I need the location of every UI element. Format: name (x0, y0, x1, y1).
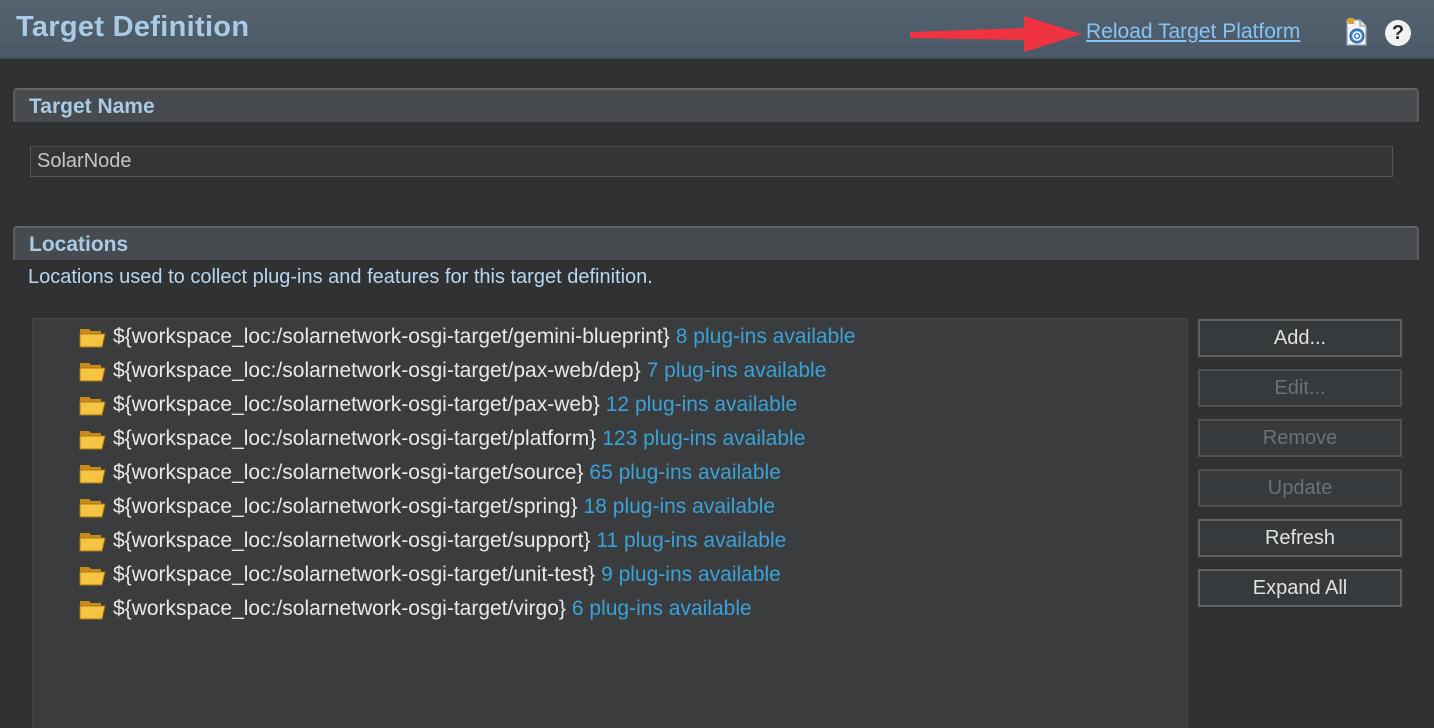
location-item[interactable]: ${workspace_loc:/solarnetwork-osgi-targe… (79, 456, 781, 490)
plugin-count: 123 plug-ins available (602, 427, 806, 450)
plugin-count: 9 plug-ins available (601, 563, 781, 586)
open-folder-icon (79, 601, 106, 620)
location-item[interactable]: ${workspace_loc:/solarnetwork-osgi-targe… (79, 388, 797, 422)
refresh-button[interactable]: Refresh (1198, 519, 1402, 557)
location-item[interactable]: ${workspace_loc:/solarnetwork-osgi-targe… (79, 320, 856, 354)
open-folder-icon (79, 533, 106, 552)
plugin-count: 11 plug-ins available (596, 529, 787, 552)
location-item[interactable]: ${workspace_loc:/solarnetwork-osgi-targe… (79, 592, 752, 626)
open-folder-icon (79, 431, 106, 450)
update-button[interactable]: Update (1198, 469, 1402, 507)
target-definition-editor: Target Definition Reload Target Platform… (0, 0, 1434, 728)
location-path: ${workspace_loc:/solarnetwork-osgi-targe… (113, 393, 600, 416)
location-item[interactable]: ${workspace_loc:/solarnetwork-osgi-targe… (79, 524, 786, 558)
locations-tree[interactable]: ${workspace_loc:/solarnetwork-osgi-targe… (32, 318, 1188, 728)
open-folder-icon (79, 363, 106, 382)
location-path: ${workspace_loc:/solarnetwork-osgi-targe… (113, 563, 596, 586)
set-as-target-icon[interactable] (1340, 16, 1372, 48)
location-path: ${workspace_loc:/solarnetwork-osgi-targe… (113, 461, 584, 484)
open-folder-icon (79, 499, 106, 518)
location-path: ${workspace_loc:/solarnetwork-osgi-targe… (113, 495, 578, 518)
edit-button[interactable]: Edit... (1198, 369, 1402, 407)
target-name-input[interactable] (30, 146, 1393, 177)
location-item[interactable]: ${workspace_loc:/solarnetwork-osgi-targe… (79, 422, 805, 456)
plugin-count: 7 plug-ins available (646, 359, 827, 382)
open-folder-icon (79, 465, 106, 484)
plugin-count: 12 plug-ins available (605, 393, 798, 416)
red-arrow-annotation (910, 16, 1082, 52)
expand-all-button[interactable]: Expand All (1198, 569, 1402, 607)
page-title: Target Definition (16, 11, 250, 43)
remove-button[interactable]: Remove (1198, 419, 1402, 457)
add-button[interactable]: Add... (1198, 319, 1402, 357)
plugin-count: 8 plug-ins available (675, 325, 856, 348)
open-folder-icon (79, 329, 106, 348)
location-item[interactable]: ${workspace_loc:/solarnetwork-osgi-targe… (79, 490, 775, 524)
help-icon[interactable]: ? (1385, 20, 1411, 46)
plugin-count: 6 plug-ins available (571, 597, 752, 620)
target-name-section-title: Target Name (29, 95, 155, 118)
open-folder-icon (79, 397, 106, 416)
editor-header: Target Definition Reload Target Platform… (0, 0, 1434, 59)
location-path: ${workspace_loc:/solarnetwork-osgi-targe… (113, 427, 597, 450)
reload-target-platform-link[interactable]: Reload Target Platform (1086, 20, 1300, 44)
target-name-section-header[interactable]: Target Name (13, 88, 1419, 122)
location-path: ${workspace_loc:/solarnetwork-osgi-targe… (113, 529, 591, 552)
location-path: ${workspace_loc:/solarnetwork-osgi-targe… (113, 359, 641, 382)
plugin-count: 65 plug-ins available (589, 461, 781, 484)
location-item[interactable]: ${workspace_loc:/solarnetwork-osgi-targe… (79, 354, 826, 388)
plugin-count: 18 plug-ins available (583, 495, 776, 518)
location-item[interactable]: ${workspace_loc:/solarnetwork-osgi-targe… (79, 558, 781, 592)
locations-section-title: Locations (29, 233, 129, 256)
location-path: ${workspace_loc:/solarnetwork-osgi-targe… (113, 597, 566, 620)
open-folder-icon (79, 567, 106, 586)
location-path: ${workspace_loc:/solarnetwork-osgi-targe… (113, 325, 670, 348)
locations-section-header[interactable]: Locations (13, 226, 1419, 260)
locations-description: Locations used to collect plug-ins and f… (28, 266, 653, 288)
